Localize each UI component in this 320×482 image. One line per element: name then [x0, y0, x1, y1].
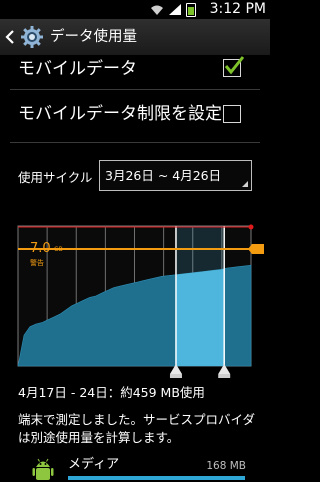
app-name: メディア: [68, 457, 120, 472]
app-usage-row[interactable]: メディア 168 MB: [0, 452, 270, 480]
action-bar: データ使用量: [0, 19, 270, 56]
limit-dot: [248, 224, 254, 230]
battery-icon: [186, 2, 196, 17]
dropdown-corner-icon: [242, 181, 248, 187]
mobile-data-limit-checkbox[interactable]: [223, 105, 241, 123]
measurement-note: 端末で測定しました。サービスプロバイダは別途使用量を計算します。: [18, 412, 256, 445]
divider: [10, 142, 260, 143]
mobile-data-row[interactable]: モバイルデータ: [0, 56, 270, 86]
gear-icon[interactable]: [20, 25, 44, 49]
selection-handle-grip: [218, 374, 231, 378]
mobile-data-limit-label: モバイルデータ制限を設定: [18, 104, 222, 124]
divider: [10, 89, 260, 90]
app-size: 168 MB: [206, 460, 246, 472]
warning-handle[interactable]: [252, 244, 264, 254]
usage-cycle-dropdown[interactable]: 3月26日 ~ 4月26日: [99, 160, 252, 191]
selection-usage-area: [175, 268, 225, 366]
selection-handle-grip: [169, 374, 182, 378]
usage-cycle-value: 3月26日 ~ 4月26日: [105, 168, 222, 183]
usage-cycle-label: 使用サイクル: [18, 170, 93, 185]
mobile-data-limit-row[interactable]: モバイルデータ制限を設定: [0, 95, 270, 135]
wifi-icon: [151, 5, 163, 15]
warning-unit: GB: [54, 246, 63, 253]
status-clock: 3:12 PM: [209, 1, 266, 17]
status-bar: 3:12 PM: [0, 0, 270, 19]
mobile-data-checkbox[interactable]: [223, 56, 245, 77]
warning-label: 警告: [30, 258, 44, 267]
android-icon: [32, 458, 54, 480]
warning-value: 7.0: [30, 241, 51, 256]
action-bar-title: データ使用量: [50, 29, 137, 45]
usage-summary: 4月17日 - 24日：約459 MB使用: [18, 385, 205, 400]
back-icon[interactable]: [4, 28, 16, 46]
signal-icon: [169, 4, 181, 15]
mobile-data-label: モバイルデータ: [18, 59, 137, 79]
checkmark-icon: [224, 56, 245, 75]
app-usage-bar: [68, 476, 245, 480]
data-usage-chart[interactable]: 7.0 GB 警告: [0, 218, 270, 378]
status-icons: [150, 2, 196, 17]
